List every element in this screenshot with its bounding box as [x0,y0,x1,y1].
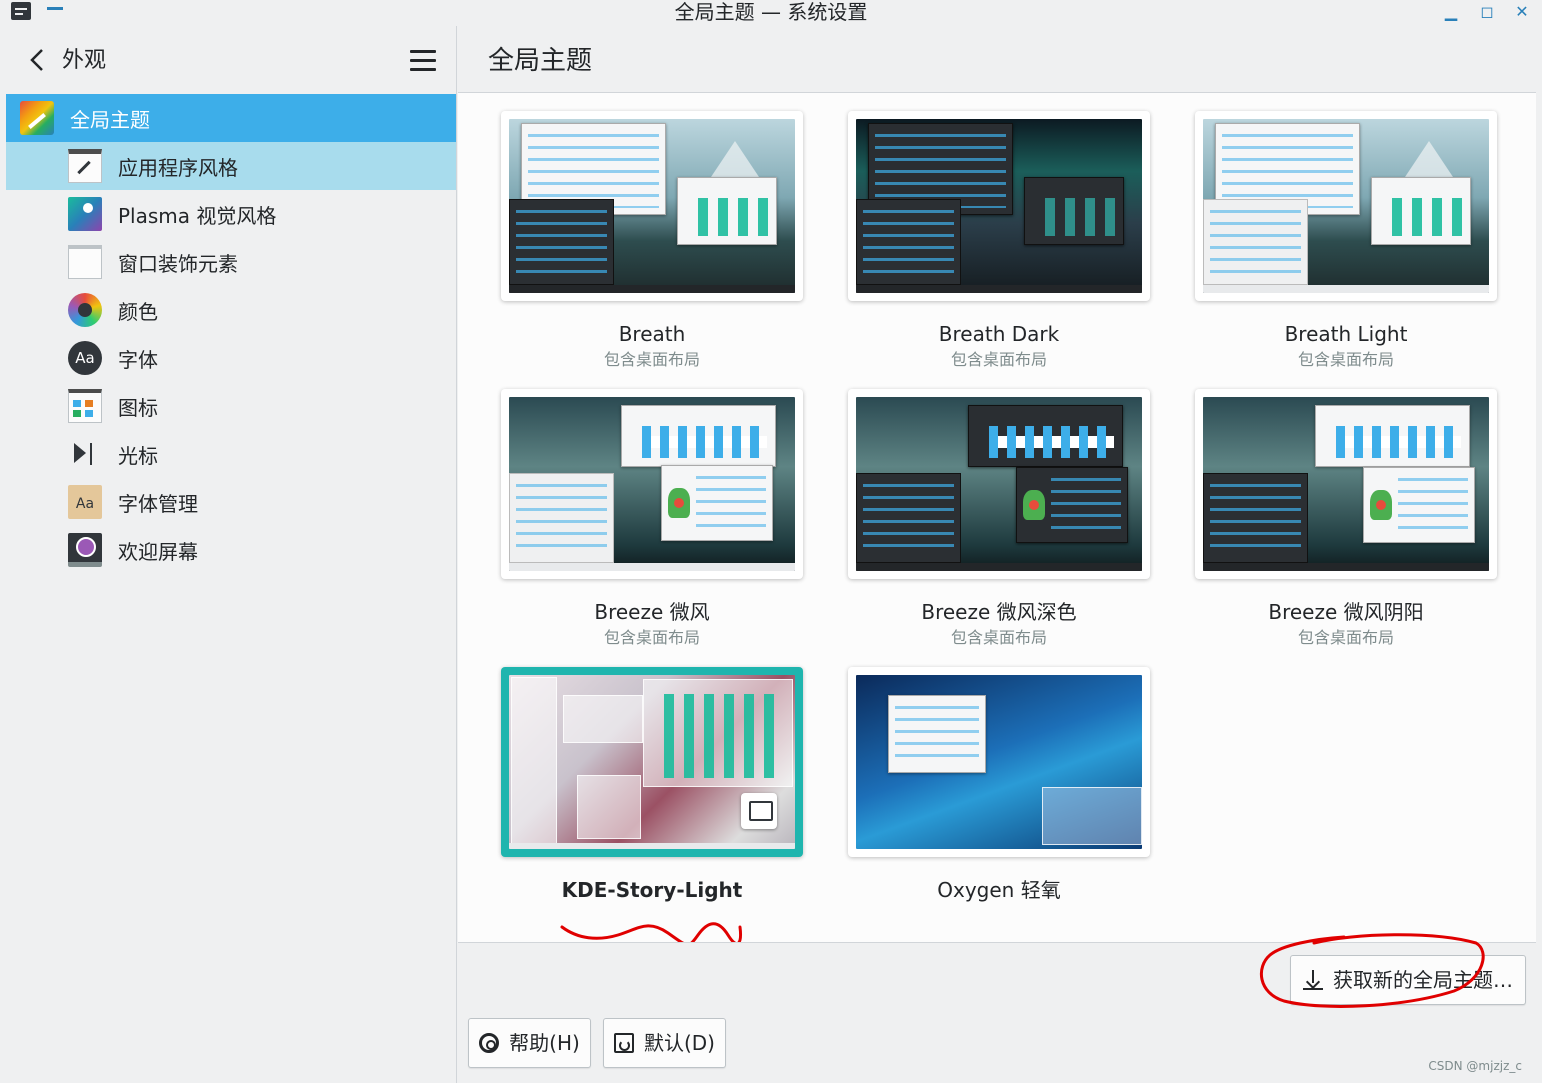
theme-card-kde-story-light[interactable]: KDE-Story-Light [501,667,803,903]
minimize-button[interactable]: ▁ [1440,2,1462,22]
theme-name: Breath Dark [938,322,1060,346]
main-content: 全局主题 Breath 包含桌面布局 Breath Dark 包含桌面布局 Br… [458,26,1542,1083]
sidebar: 外观 全局主题 应用程序风格 Plasma 视觉风格 窗口装饰元素 颜色 Aa … [0,26,457,1083]
main-header: 全局主题 [458,26,1536,93]
sidebar-item-label: 全局主题 [70,107,150,132]
theme-preview-image [509,397,795,571]
theme-preview[interactable] [1195,111,1497,301]
theme-preview[interactable] [501,111,803,301]
colors-icon [68,293,102,327]
sidebar-item-plasma-style[interactable]: Plasma 视觉风格 [6,190,456,238]
sidebar-item-label: Plasma 视觉风格 [118,203,277,228]
sidebar-item-label: 应用程序风格 [118,155,238,180]
global-theme-icon [20,101,54,135]
cursor-icon [68,437,102,471]
theme-subtitle: 包含桌面布局 [1297,628,1394,647]
sidebar-item-colors[interactable]: 颜色 [6,286,456,334]
theme-preview[interactable] [848,111,1150,301]
theme-subtitle: 包含桌面布局 [603,350,700,369]
sidebar-item-application-style[interactable]: 应用程序风格 [6,142,456,190]
theme-preview-image [509,675,795,849]
sidebar-item-label: 字体 [118,347,158,372]
sidebar-item-label: 字体管理 [118,491,198,516]
defaults-button[interactable]: 默认(D) [603,1018,726,1068]
sidebar-item-label: 图标 [118,395,158,420]
theme-preview[interactable] [848,667,1150,857]
theme-card-breath[interactable]: Breath 包含桌面布局 [501,111,803,371]
theme-preview-image [509,119,795,293]
help-icon [479,1033,500,1053]
theme-subtitle: 包含桌面布局 [1297,350,1394,369]
theme-card-breath-dark[interactable]: Breath Dark 包含桌面布局 [848,111,1150,371]
theme-subtitle: 包含桌面布局 [950,350,1047,369]
help-button[interactable]: 帮助(H) [468,1018,591,1068]
application-style-icon [68,149,102,183]
sidebar-item-global-theme[interactable]: 全局主题 [6,94,456,142]
icons-icon [68,389,102,423]
download-icon [1303,970,1323,990]
theme-card-breeze-twilight[interactable]: Breeze 微风阴阳 包含桌面布局 [1195,389,1497,649]
theme-name: Breath [618,322,686,346]
theme-name: Breeze 微风 [594,600,710,624]
theme-grid: Breath 包含桌面布局 Breath Dark 包含桌面布局 Breath … [458,93,1536,946]
page-title: 全局主题 [488,46,593,76]
plasma-style-icon [68,197,102,231]
get-new-global-themes-button[interactable]: 获取新的全局主题… [1290,955,1526,1005]
sidebar-item-fonts[interactable]: Aa 字体 [6,334,456,382]
sidebar-nav-list: 全局主题 应用程序风格 Plasma 视觉风格 窗口装饰元素 颜色 Aa 字体 … [6,94,456,574]
footer: 获取新的全局主题… 帮助(H) 默认(D) CSDN @mjzjz_c [458,933,1536,1083]
defaults-button-label: 默认(D) [643,1031,715,1055]
document-revert-icon [613,1033,634,1053]
sidebar-item-window-decoration[interactable]: 窗口装饰元素 [6,238,456,286]
theme-preview-image [1203,119,1489,293]
sidebar-item-icons[interactable]: 图标 [6,382,456,430]
theme-preview-image [856,119,1142,293]
get-new-button-label: 获取新的全局主题… [1333,968,1513,992]
theme-preview-image [856,397,1142,571]
maximize-button[interactable]: ◻ [1476,2,1498,22]
theme-card-breeze-dark[interactable]: Breeze 微风深色 包含桌面布局 [848,389,1150,649]
theme-card-breath-light[interactable]: Breath Light 包含桌面布局 [1195,111,1497,371]
theme-preview[interactable] [501,389,803,579]
sidebar-item-font-management[interactable]: Aa 字体管理 [6,478,456,526]
theme-name: KDE-Story-Light [561,878,743,902]
sidebar-item-label: 颜色 [118,299,158,324]
theme-preview-image [856,675,1142,849]
theme-preview[interactable] [501,667,803,857]
sidebar-item-label: 光标 [118,443,158,468]
theme-name: Breeze 微风阴阳 [1268,600,1424,624]
theme-name: Oxygen 轻氧 [937,878,1061,902]
theme-name: Breath Light [1284,322,1408,346]
back-arrow-icon[interactable] [28,48,46,72]
splash-screen-icon [68,533,102,567]
theme-card-breeze[interactable]: Breeze 微风 包含桌面布局 [501,389,803,649]
window-title: 全局主题 — 系统设置 [674,0,868,24]
theme-subtitle: 包含桌面布局 [603,628,700,647]
title-bar: 全局主题 — 系统设置 ▁ ◻ ✕ [0,0,1542,26]
theme-card-oxygen[interactable]: Oxygen 轻氧 [848,667,1150,903]
theme-preview[interactable] [848,389,1150,579]
sidebar-item-label: 欢迎屏幕 [118,539,198,564]
image-icon [741,793,777,829]
fonts-icon: Aa [68,341,102,375]
sidebar-item-label: 窗口装饰元素 [118,251,238,276]
sidebar-item-splash-screen[interactable]: 欢迎屏幕 [6,526,456,574]
font-management-icon: Aa [68,485,102,519]
window-decoration-icon [68,245,102,279]
sidebar-item-cursors[interactable]: 光标 [6,430,456,478]
sidebar-header: 外观 [0,26,457,94]
watermark: CSDN @mjzjz_c [1428,1059,1522,1073]
right-edge [1536,26,1542,1083]
close-button[interactable]: ✕ [1511,2,1533,22]
theme-preview-image [1203,397,1489,571]
hamburger-menu-icon[interactable] [410,50,436,72]
theme-subtitle: 包含桌面布局 [950,628,1047,647]
sidebar-category-title: 外观 [62,48,107,73]
theme-name: Breeze 微风深色 [921,600,1077,624]
help-button-label: 帮助(H) [509,1031,580,1055]
theme-preview[interactable] [1195,389,1497,579]
